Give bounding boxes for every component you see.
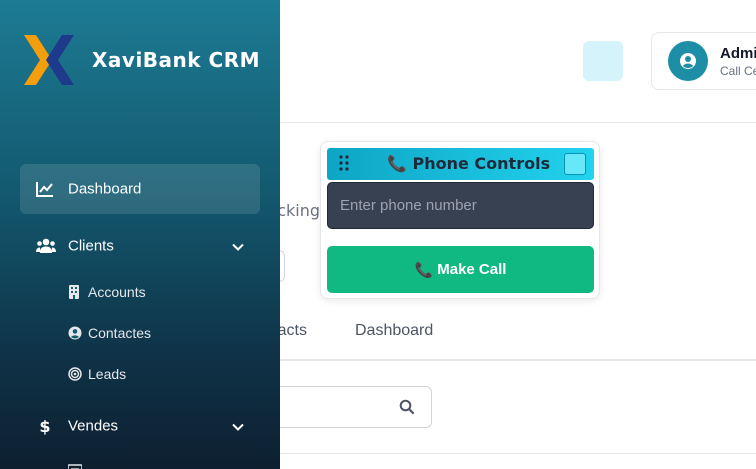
sidebar-subitem-label: Accounts [88,284,146,300]
phone-controls-header[interactable]: 📞 Phone Controls [327,148,594,180]
phone-icon: 📞 [414,261,434,279]
user-name: Admin [720,45,756,62]
chevron-down-icon [232,417,244,436]
search-icon[interactable] [399,399,415,419]
dollar-icon: $ [36,417,54,435]
sidebar-subitem-label: Contactes [88,325,152,341]
chevron-down-icon [232,237,244,256]
sidebar-subitem-label: Leads [88,366,127,382]
phone-icon: 📞 [387,154,407,173]
users-icon [36,238,56,254]
sidebar-item-clients[interactable]: Clients [20,221,260,271]
user-profile-card[interactable]: Admin Call Center [651,32,756,90]
chart-line-icon [36,181,54,197]
sidebar-item-vendes[interactable]: $ Vendes [20,401,260,451]
xavibank-logo[interactable] [22,33,76,91]
sidebar-item-dashboard[interactable]: Dashboard [20,164,260,214]
user-role: Call Center [720,64,756,78]
phone-number-input[interactable] [327,182,594,229]
square-action-icon[interactable] [583,41,623,81]
drag-handle-icon[interactable] [339,155,349,175]
make-call-button[interactable]: 📞 Make Call [327,246,594,293]
app-name: XaviBank CRM [92,48,261,72]
sidebar-item-label: Dashboard [68,180,142,198]
building-icon [68,285,80,299]
user-circle-icon [68,326,82,340]
phone-controls-title: 📞 Phone Controls [387,154,550,173]
phone-controls-panel: 📞 Phone Controls 📞 Make Call [320,141,600,299]
svg-text:$: $ [39,417,50,435]
sidebar-item-label: Vendes [68,417,119,435]
minimize-toggle-button[interactable] [564,153,586,175]
phone-controls-title-text: Phone Controls [412,154,551,173]
user-circle-icon [668,41,708,81]
target-icon [68,367,82,381]
sidebar: XaviBank CRM Dashboard Clients Accounts … [0,0,280,469]
list-icon [68,464,82,469]
make-call-label: Make Call [437,261,507,278]
tab-dashboard[interactable]: Dashboard [355,322,433,340]
sidebar-item-label: Clients [68,237,114,255]
